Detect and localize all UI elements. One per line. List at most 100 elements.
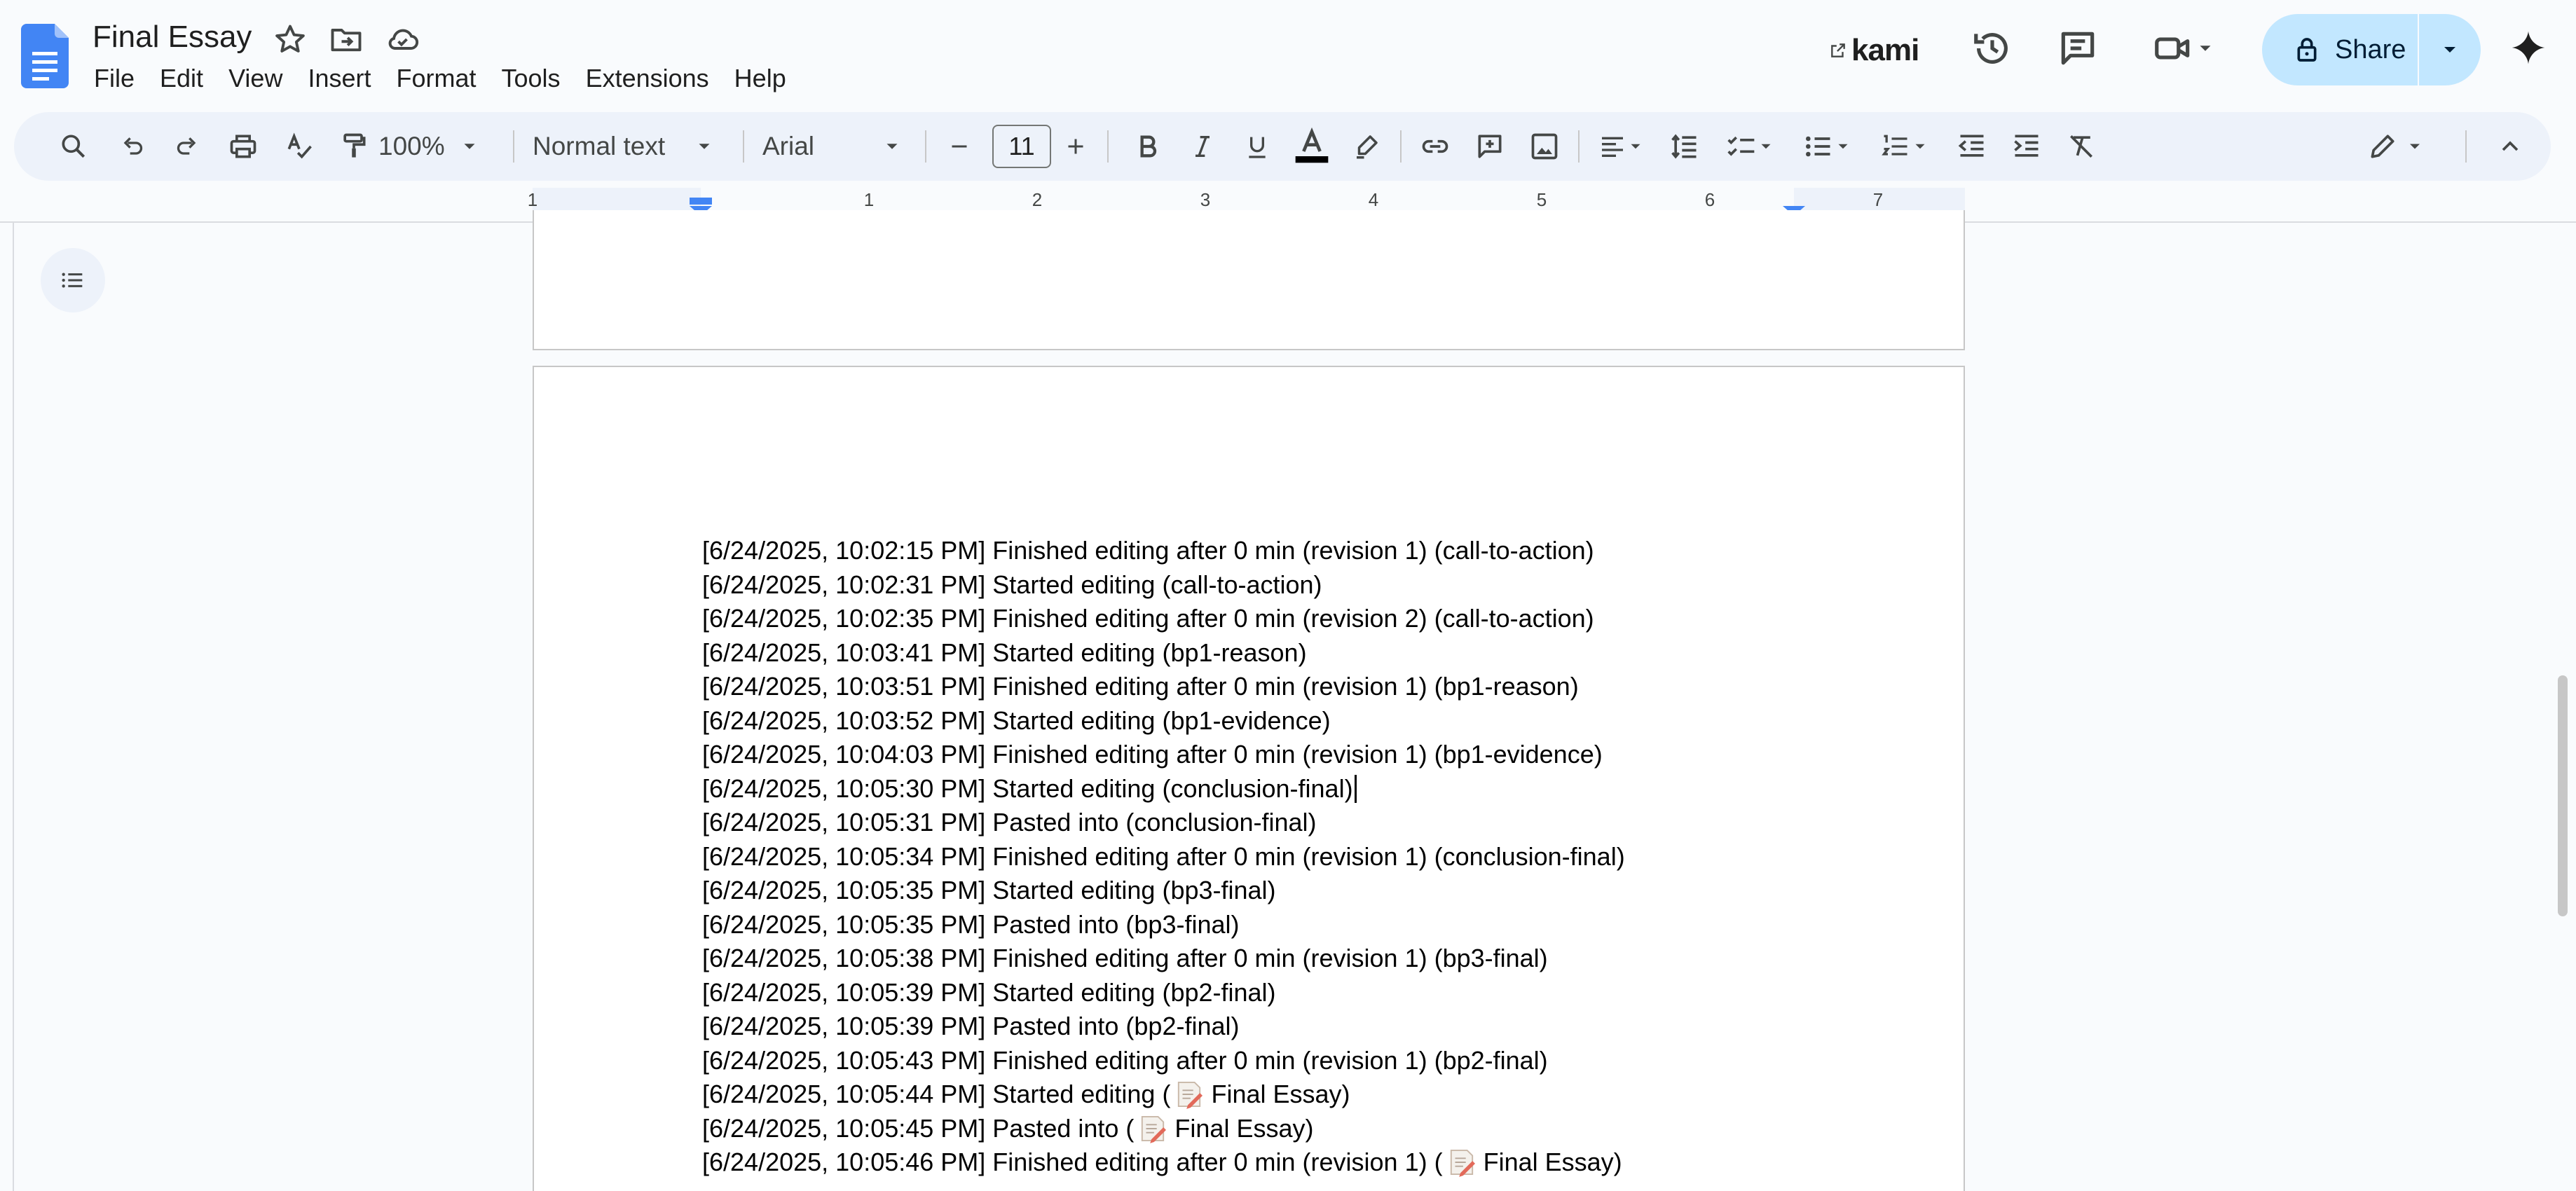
paragraph-style-select[interactable]: Normal text xyxy=(533,112,736,181)
cloud-saved-icon[interactable] xyxy=(384,21,420,57)
menu-bar: File Edit View Insert Format Tools Exten… xyxy=(94,60,811,97)
document-outline-button[interactable] xyxy=(41,248,105,312)
underline-icon xyxy=(1249,137,1266,158)
zoom-value: 100% xyxy=(378,132,445,160)
undo-button[interactable] xyxy=(101,112,164,181)
menu-format[interactable]: Format xyxy=(397,60,477,97)
google-docs-logo[interactable] xyxy=(21,24,69,88)
spellcheck-icon xyxy=(287,132,312,159)
document-page[interactable]: [6/24/2025, 10:02:15 PM] Finished editin… xyxy=(533,366,1965,1191)
italic-button[interactable] xyxy=(1176,112,1229,181)
log-line: [6/24/2025, 10:05:39 PM] Started editing… xyxy=(702,977,1276,1007)
menu-tools[interactable]: Tools xyxy=(502,60,561,97)
clear-formatting-button[interactable] xyxy=(2055,112,2108,181)
increase-font-size-button[interactable] xyxy=(1051,112,1100,181)
redo-icon xyxy=(177,137,196,155)
zoom-select[interactable]: 100% xyxy=(378,112,505,181)
spelling-check-button[interactable] xyxy=(268,112,331,181)
log-line: [6/24/2025, 10:02:15 PM] Finished editin… xyxy=(702,536,1594,565)
log-line: [6/24/2025, 10:05:30 PM] Started editing… xyxy=(702,772,1625,806)
ruler-label: 7 xyxy=(1873,189,1883,210)
log-line: [6/24/2025, 10:05:35 PM] Pasted into (bp… xyxy=(702,909,1240,939)
chevron-down-icon xyxy=(2200,46,2211,51)
align-button[interactable] xyxy=(1587,112,1657,181)
editing-mode-button[interactable] xyxy=(2350,112,2441,181)
increase-indent-button[interactable] xyxy=(2000,112,2053,181)
search-icon xyxy=(62,135,85,158)
undo-icon xyxy=(123,137,143,155)
text-color-button[interactable] xyxy=(1285,112,1338,181)
image-icon xyxy=(1531,133,1558,160)
toolbar-divider xyxy=(513,130,514,163)
insert-image-button[interactable] xyxy=(1518,112,1571,181)
decrease-indent-button[interactable] xyxy=(1945,112,1999,181)
paint-format-button[interactable] xyxy=(322,112,385,181)
bold-button[interactable] xyxy=(1121,112,1174,181)
version-history-icon[interactable] xyxy=(1971,27,2014,70)
menu-edit[interactable]: Edit xyxy=(160,60,203,97)
comments-icon[interactable] xyxy=(2056,27,2099,70)
chevron-up-icon xyxy=(2502,141,2519,151)
share-button[interactable]: Share xyxy=(2262,14,2418,85)
vertical-scrollbar[interactable] xyxy=(2558,675,2568,916)
menu-view[interactable]: View xyxy=(228,60,282,97)
pencil-icon xyxy=(2371,135,2395,158)
font-size-input[interactable]: 11 xyxy=(992,125,1051,168)
highlight-color-button[interactable] xyxy=(1340,112,1393,181)
toolbar-divider xyxy=(925,130,926,163)
log-line: [6/24/2025, 10:05:38 PM] Finished editin… xyxy=(702,944,1548,972)
vertical-ruler[interactable] xyxy=(0,223,14,1191)
formatting-toolbar: 100% Normal text Arial 11 xyxy=(14,112,2551,181)
ruler-label: 6 xyxy=(1705,189,1715,210)
hide-menus-button[interactable] xyxy=(2483,112,2537,181)
log-line: [6/24/2025, 10:05:46 PM] Finished editin… xyxy=(702,1148,1622,1178)
decrease-indent-icon xyxy=(1958,135,1984,157)
redo-button[interactable] xyxy=(156,112,219,181)
chevron-down-icon xyxy=(1761,144,1771,149)
clear-formatting-icon xyxy=(2070,135,2092,158)
log-line: [6/24/2025, 10:03:41 PM] Started editing… xyxy=(702,638,1307,667)
log-line: [6/24/2025, 10:05:31 PM] Pasted into (co… xyxy=(702,808,1317,837)
add-comment-button[interactable] xyxy=(1463,112,1516,181)
document-body[interactable]: [6/24/2025, 10:02:15 PM] Finished editin… xyxy=(702,534,1625,1180)
checklist-button[interactable] xyxy=(1713,112,1788,181)
memo-icon xyxy=(1450,1150,1475,1178)
toolbar-divider xyxy=(743,130,744,163)
lock-icon xyxy=(2297,38,2317,62)
increase-indent-icon xyxy=(2014,135,2039,157)
gemini-sparkle-icon[interactable] xyxy=(2509,28,2548,67)
kami-label: kami xyxy=(1851,33,1919,67)
ruler-label: 4 xyxy=(1369,189,1378,210)
log-line: [6/24/2025, 10:02:35 PM] Finished editin… xyxy=(702,604,1594,633)
log-line: [6/24/2025, 10:03:51 PM] Finished editin… xyxy=(702,672,1579,701)
document-title[interactable]: Final Essay xyxy=(93,15,252,59)
highlighter-icon xyxy=(1357,135,1378,159)
share-dropdown-button[interactable] xyxy=(2419,14,2481,85)
insert-link-button[interactable] xyxy=(1409,112,1462,181)
numbered-list-button[interactable] xyxy=(1867,112,1943,181)
log-line: [6/24/2025, 10:04:03 PM] Finished editin… xyxy=(702,740,1603,769)
document-page[interactable] xyxy=(533,210,1965,350)
menu-extensions[interactable]: Extensions xyxy=(586,60,709,97)
menu-help[interactable]: Help xyxy=(734,60,786,97)
align-left-icon xyxy=(1602,137,1623,157)
font-family-value: Arial xyxy=(762,132,815,160)
move-to-folder-icon[interactable] xyxy=(328,21,364,57)
line-spacing-button[interactable] xyxy=(1658,112,1711,181)
chevron-down-icon xyxy=(1915,144,1925,149)
share-label: Share xyxy=(2335,34,2406,64)
font-family-select[interactable]: Arial xyxy=(762,112,917,181)
first-line-indent-marker[interactable] xyxy=(690,198,712,205)
star-icon[interactable] xyxy=(272,21,308,57)
menu-file[interactable]: File xyxy=(94,60,135,97)
underline-button[interactable] xyxy=(1231,112,1284,181)
log-line: [6/24/2025, 10:05:45 PM] Pasted into ( F… xyxy=(702,1113,1314,1143)
bulleted-list-button[interactable] xyxy=(1790,112,1865,181)
decrease-font-size-button[interactable] xyxy=(935,112,984,181)
menu-insert[interactable]: Insert xyxy=(308,60,371,97)
meet-button[interactable] xyxy=(2151,27,2224,70)
ruler-label: 2 xyxy=(1032,189,1042,210)
print-button[interactable] xyxy=(212,112,275,181)
search-menus-button[interactable] xyxy=(42,112,105,181)
kami-extension-button[interactable]: kami xyxy=(1829,31,1919,70)
